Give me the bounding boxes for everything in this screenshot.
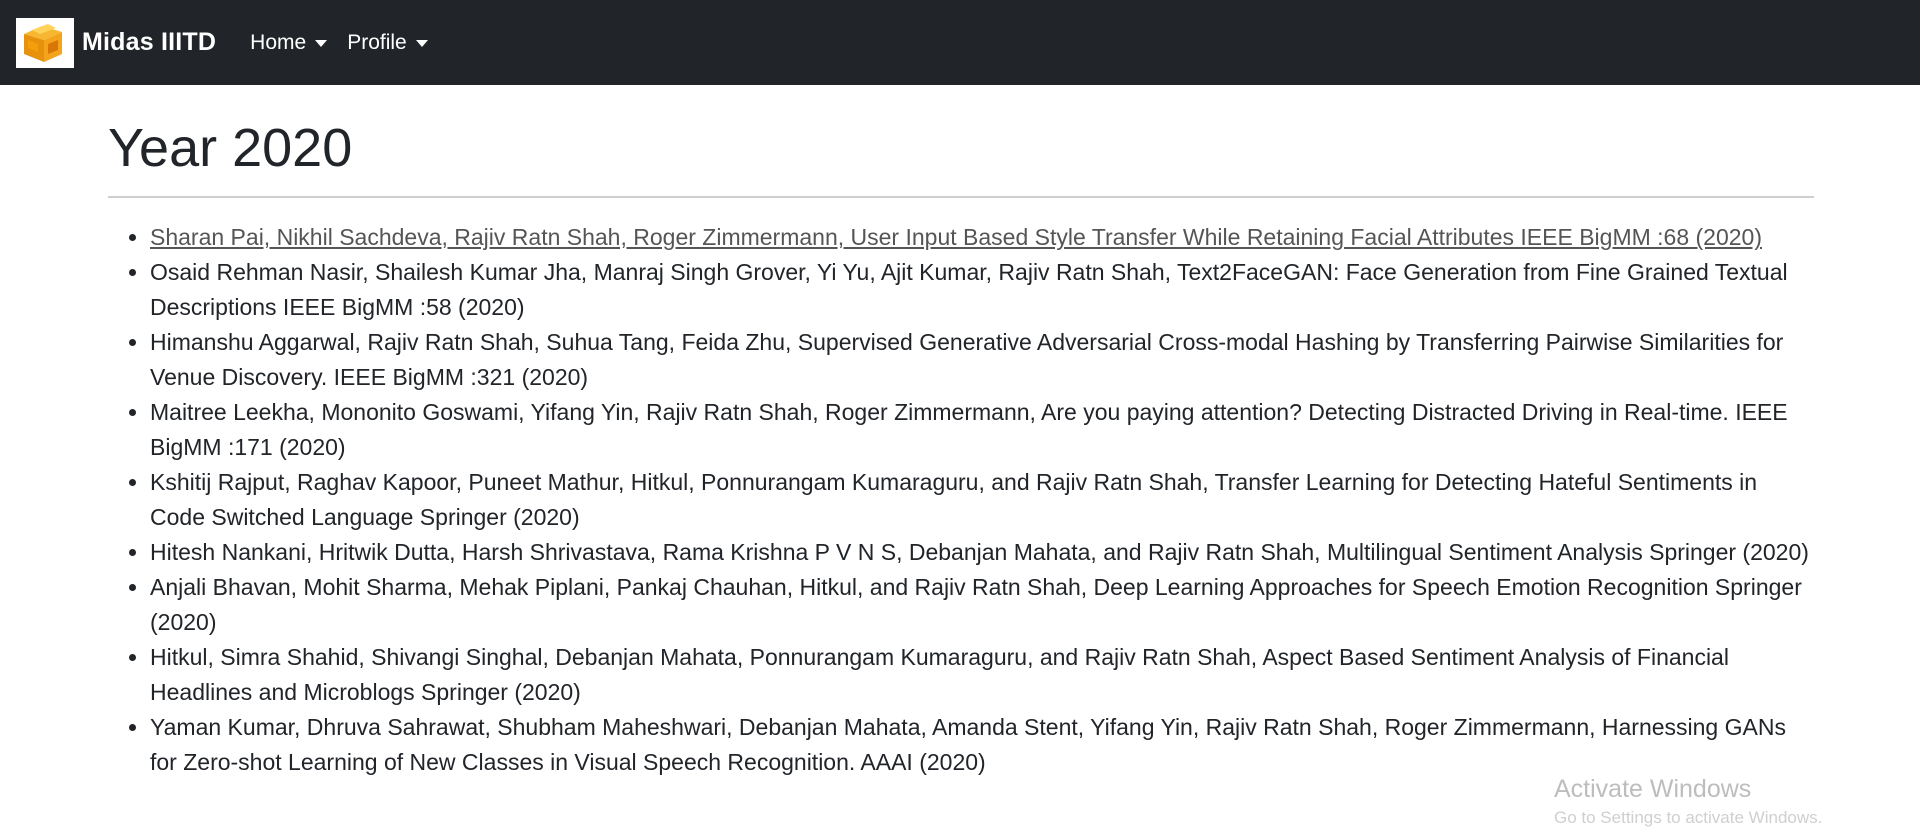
page-title: Year 2020 bbox=[108, 118, 353, 178]
list-item: Hitkul, Simra Shahid, Shivangi Singhal, … bbox=[150, 640, 1814, 710]
list-item: Yaman Kumar, Dhruva Sahrawat, Shubham Ma… bbox=[150, 710, 1814, 780]
midas-logo-icon bbox=[16, 17, 74, 68]
top-navbar: Midas IIITD Home Profile bbox=[0, 0, 1920, 85]
list-item: Kshitij Rajput, Raghav Kapoor, Puneet Ma… bbox=[150, 465, 1814, 535]
chevron-down-icon bbox=[315, 40, 328, 47]
list-item: Maitree Leekha, Mononito Goswami, Yifang… bbox=[150, 395, 1814, 465]
list-item: Hitesh Nankani, Hritwik Dutta, Harsh Shr… bbox=[150, 535, 1814, 570]
activate-windows-subtext: Go to Settings to activate Windows. bbox=[1554, 808, 1823, 827]
publication-list: Sharan Pai, Nikhil Sachdeva, Rajiv Ratn … bbox=[108, 220, 1814, 780]
divider bbox=[108, 196, 1814, 199]
nav-profile-dropdown[interactable]: Profile bbox=[347, 31, 428, 55]
list-item: Anjali Bhavan, Mohit Sharma, Mehak Pipla… bbox=[150, 570, 1814, 640]
list-item: Osaid Rehman Nasir, Shailesh Kumar Jha, … bbox=[150, 255, 1814, 325]
activate-windows-watermark: Activate Windows bbox=[1554, 775, 1752, 803]
publication-link[interactable]: Sharan Pai, Nikhil Sachdeva, Rajiv Ratn … bbox=[150, 224, 1762, 250]
nav-home-label: Home bbox=[250, 30, 307, 54]
nav-profile-label: Profile bbox=[347, 30, 407, 54]
list-item: Sharan Pai, Nikhil Sachdeva, Rajiv Ratn … bbox=[150, 220, 1814, 255]
brand-name: Midas IIITD bbox=[82, 28, 217, 56]
brand-link[interactable]: Midas IIITD bbox=[16, 17, 217, 68]
list-item: Himanshu Aggarwal, Rajiv Ratn Shah, Suhu… bbox=[150, 325, 1814, 395]
main-content: Year 2020 Sharan Pai, Nikhil Sachdeva, R… bbox=[108, 85, 1814, 780]
chevron-down-icon bbox=[415, 40, 428, 47]
nav-home-dropdown[interactable]: Home bbox=[250, 30, 328, 55]
